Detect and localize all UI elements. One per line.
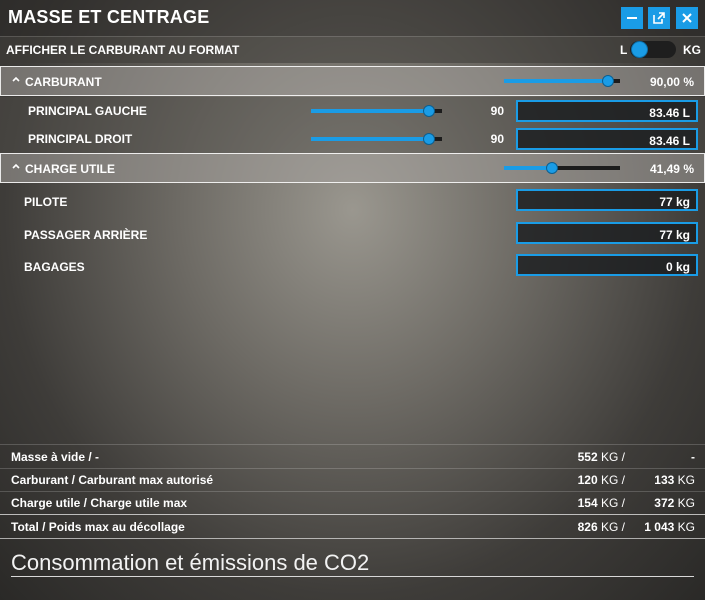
weight-balance-panel: MASSE ET CENTRAGE AFFICHER LE CARBURANT … (0, 0, 705, 600)
consumption-section-title[interactable]: Consommation et émissions de CO2 (11, 550, 369, 576)
summary-label: Carburant / Carburant max autorisé (11, 473, 214, 487)
summary-label: Total / Poids max au décollage (11, 520, 185, 534)
tank-quantity-field-left[interactable]: 83.46 L (516, 100, 698, 122)
consumption-divider (11, 576, 694, 577)
slider-fill (504, 166, 553, 170)
summary-row-total: Total / Poids max au décollage 826 KG / … (0, 514, 705, 539)
slider-thumb[interactable] (602, 75, 615, 87)
station-label-baggage: BAGAGES (24, 260, 85, 274)
summary-row-fuel: Carburant / Carburant max autorisé 120 K… (0, 468, 705, 492)
tank-slider-right[interactable] (311, 133, 442, 145)
tank-label-right: PRINCIPAL DROIT (28, 132, 133, 146)
station-label-rear-passenger: PASSAGER ARRIÈRE (24, 228, 148, 242)
window-title: MASSE ET CENTRAGE (8, 7, 210, 27)
summary-value: 826 KG / (577, 520, 625, 534)
station-weight-field-rear-passenger[interactable]: 77 kg (516, 222, 698, 244)
summary-value: 120 KG / (577, 473, 625, 487)
slider-thumb[interactable] (422, 133, 435, 145)
summary-label: Masse à vide / - (11, 450, 100, 464)
summary-row-payload: Charge utile / Charge utile max 154 KG /… (0, 491, 705, 515)
slider-thumb[interactable] (546, 162, 559, 174)
chevron-up-icon (12, 76, 20, 82)
fuel-format-liters-label: L (620, 43, 628, 57)
tank-slider-value-left: 90 (490, 104, 504, 118)
summary-value: 154 KG / (577, 496, 625, 510)
fuel-format-toggle[interactable] (630, 41, 676, 58)
minimize-button[interactable] (621, 7, 643, 29)
tank-slider-left[interactable] (311, 105, 442, 117)
slider-fill (504, 79, 609, 83)
station-weight-field-baggage[interactable]: 0 kg (516, 254, 698, 276)
slider-fill (311, 109, 429, 113)
summary-row-empty-weight: Masse à vide / - 552 KG / - (0, 444, 705, 469)
summary-max: 1 043 KG (644, 520, 695, 534)
minimize-icon (627, 17, 637, 19)
chevron-up-icon (12, 163, 20, 169)
payload-percent: 41,49 % (649, 162, 694, 176)
fuel-percent: 90,00 % (649, 75, 694, 89)
payload-section-label: CHARGE UTILE (25, 162, 115, 176)
fuel-section-label: CARBURANT (25, 75, 102, 89)
station-label-pilot: PILOTE (24, 195, 68, 209)
summary-label: Charge utile / Charge utile max (11, 496, 188, 510)
summary-max: 372 KG (654, 496, 695, 510)
close-icon (682, 13, 692, 23)
tank-quantity-field-right[interactable]: 83.46 L (516, 128, 698, 150)
tank-label-left: PRINCIPAL GAUCHE (28, 104, 147, 118)
close-button[interactable] (676, 7, 698, 29)
fuel-format-row: AFFICHER LE CARBURANT AU FORMAT L KG (0, 36, 705, 63)
fuel-total-slider[interactable] (504, 75, 620, 87)
fuel-format-kg-label: KG (683, 43, 701, 57)
payload-total-slider[interactable] (504, 162, 620, 174)
tank-slider-value-right: 90 (490, 132, 504, 146)
title-bar: MASSE ET CENTRAGE (0, 0, 705, 36)
toggle-knob (632, 42, 647, 57)
slider-fill (311, 137, 429, 141)
fuel-format-label: AFFICHER LE CARBURANT AU FORMAT (6, 43, 240, 57)
summary-max: - (691, 450, 695, 464)
summary-max: 133 KG (654, 473, 695, 487)
popout-button[interactable] (648, 7, 670, 29)
popout-icon (653, 12, 665, 24)
summary-value: 552 KG / (577, 450, 625, 464)
slider-thumb[interactable] (422, 105, 435, 117)
station-weight-field-pilot[interactable]: 77 kg (516, 189, 698, 211)
